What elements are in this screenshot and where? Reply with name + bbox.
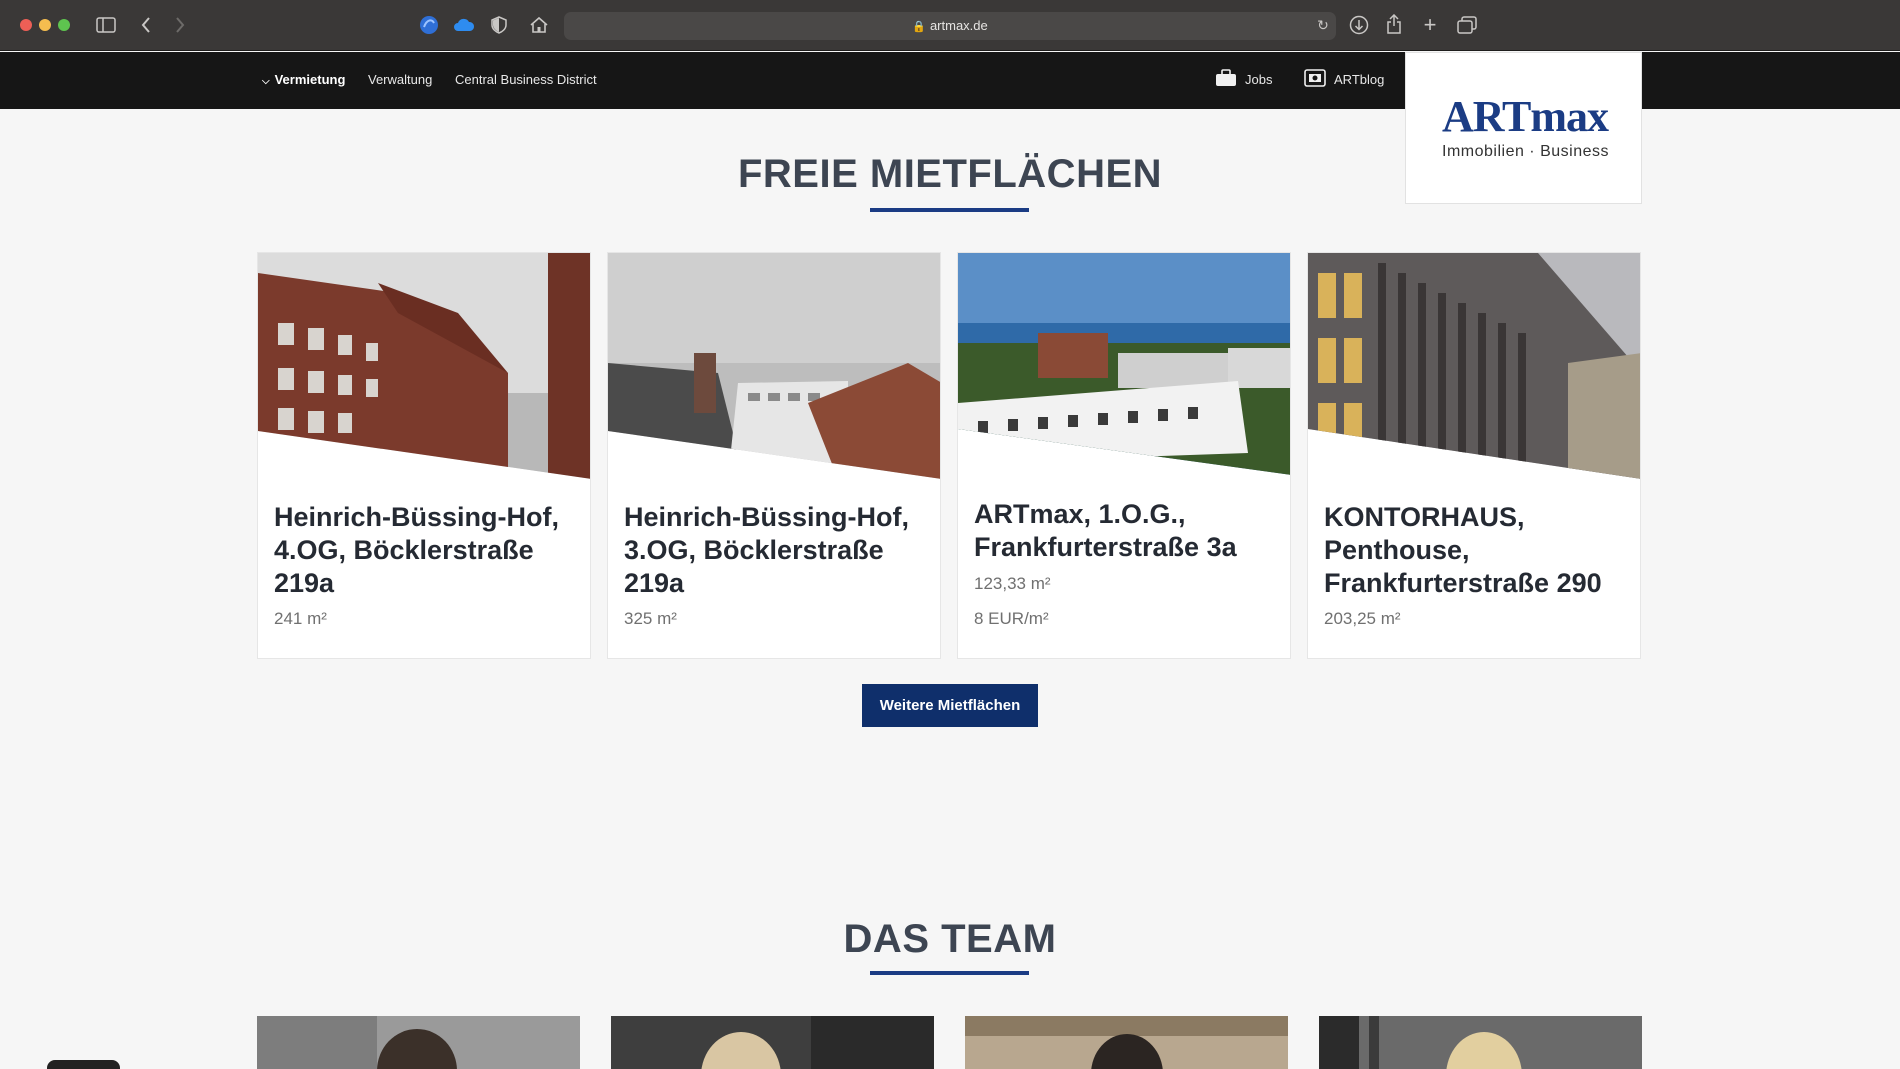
minimize-window-button[interactable] [39, 19, 51, 31]
listing-card[interactable]: KONTORHAUS, Penthouse, Frankfurterstraße… [1307, 252, 1641, 659]
logo-wordmark: ARTmax [1442, 92, 1609, 141]
download-icon[interactable] [1348, 14, 1370, 36]
back-icon[interactable] [138, 14, 154, 36]
nav-item-central-business-district[interactable]: Central Business District [455, 72, 597, 87]
listing-title: ARTmax, 1.O.G., Frankfurterstraße 3a [974, 499, 1237, 562]
reload-icon[interactable]: ↻ [1314, 14, 1332, 36]
forward-icon[interactable] [172, 14, 188, 36]
listing-photo [258, 253, 590, 479]
nav-item-vermietung-label: Vermietung [274, 72, 346, 87]
listing-price: 8 EUR/m² [974, 609, 1049, 628]
new-tab-icon[interactable]: + [1420, 14, 1440, 36]
url-text: artmax.de [929, 18, 988, 33]
listing-title: Heinrich-Büssing-Hof, 3.OG, Böcklerstraß… [624, 502, 910, 598]
section-title-underline [870, 208, 1029, 212]
cloud-icon[interactable] [452, 14, 476, 36]
listing-photo [608, 253, 940, 479]
nav-blog-link[interactable]: ARTblog [1304, 69, 1384, 90]
listing-photo [958, 253, 1290, 475]
chevron-down-icon: ⌵ [262, 76, 270, 87]
listing-card[interactable]: Heinrich-Büssing-Hof, 3.OG, Böcklerstraß… [607, 252, 941, 659]
team-member-photo[interactable] [965, 1016, 1288, 1069]
listing-photo [1308, 253, 1640, 479]
listing-title: KONTORHAUS, Penthouse, Frankfurterstraße… [1324, 502, 1602, 598]
section-title-das-team: DAS TEAM [843, 917, 1057, 961]
listing-card[interactable]: ARTmax, 1.O.G., Frankfurterstraße 3a 123… [957, 252, 1291, 659]
more-listings-button[interactable]: Weitere Mietflächen [862, 684, 1038, 727]
lock-icon: 🔒 [912, 21, 926, 33]
listing-area: 203,25 m² [1324, 609, 1401, 628]
nav-item-vermietung[interactable]: ⌵ Vermietung [262, 72, 345, 87]
logo-tagline: Immobilien · Business [1442, 143, 1609, 160]
nav-jobs-label: Jobs [1245, 72, 1273, 87]
zoom-window-button[interactable] [58, 19, 70, 31]
extension-icon[interactable] [418, 14, 440, 36]
nav-blog-label: ARTblog [1334, 72, 1385, 87]
team-member-photo[interactable] [611, 1016, 934, 1069]
listing-card[interactable]: Heinrich-Büssing-Hof, 4.OG, Böcklerstraß… [257, 252, 591, 659]
blog-icon [1304, 69, 1326, 90]
nav-jobs-link[interactable]: Jobs [1215, 69, 1272, 90]
section-title-underline [870, 971, 1029, 975]
address-bar[interactable]: 🔒 artmax.de [564, 12, 1336, 40]
cookie-settings-tab[interactable] [47, 1060, 120, 1069]
home-icon[interactable] [528, 14, 550, 36]
listing-area: 325 m² [624, 609, 677, 628]
listing-title: Heinrich-Büssing-Hof, 4.OG, Böcklerstraß… [274, 502, 560, 598]
tabs-overview-icon[interactable] [1456, 14, 1478, 36]
sidebar-toggle-icon[interactable] [96, 14, 116, 36]
share-icon[interactable] [1384, 13, 1404, 36]
listing-area: 123,33 m² [974, 574, 1051, 593]
listing-area: 241 m² [274, 609, 327, 628]
team-member-photo[interactable] [257, 1016, 580, 1069]
artmax-logo[interactable]: ARTmax Immobilien · Business [1405, 52, 1642, 204]
briefcase-icon [1215, 69, 1237, 90]
shield-icon[interactable] [490, 14, 508, 36]
nav-item-verwaltung[interactable]: Verwaltung [368, 72, 432, 87]
team-member-photo[interactable] [1319, 1016, 1642, 1069]
browser-toolbar: 🔒 artmax.de ↻ + [0, 0, 1900, 51]
close-window-button[interactable] [20, 19, 32, 31]
